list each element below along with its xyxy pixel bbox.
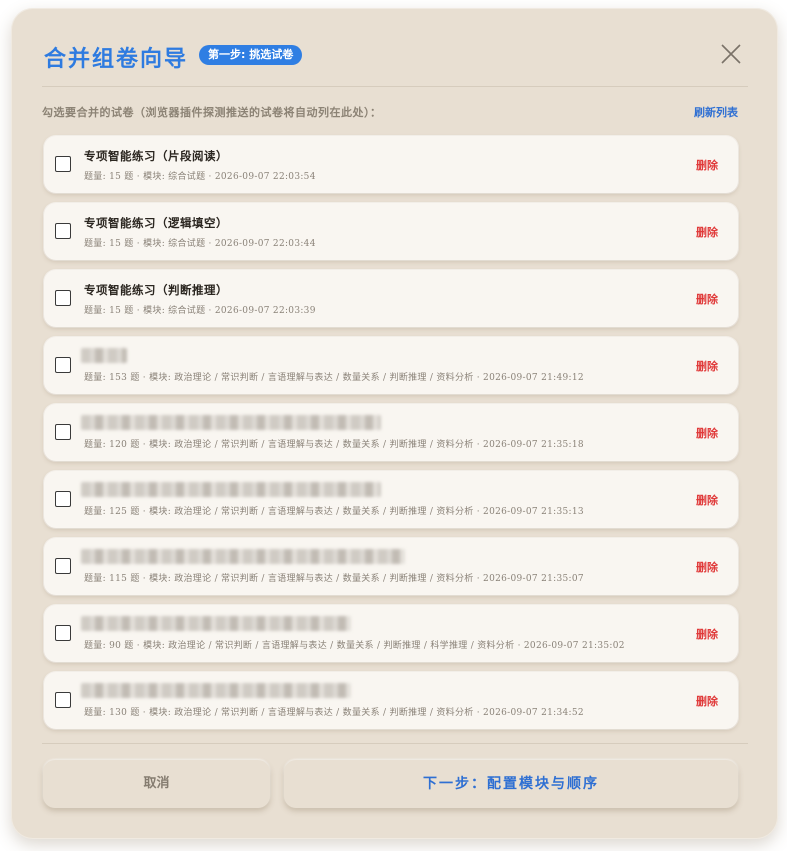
next-step-button[interactable]: 下一步：配置模块与顺序 (284, 760, 738, 808)
delete-button[interactable]: 删除 (696, 693, 718, 709)
paper-name: 专项智能练习（判断推理） (84, 283, 228, 297)
delete-button[interactable]: 删除 (696, 291, 718, 307)
paper-item: 专项智能练习（判断推理） 题量: 15 题 · 模块: 综合试题 · 2026-… (44, 270, 738, 327)
paper-checkbox[interactable] (55, 223, 71, 239)
delete-button[interactable]: 删除 (696, 157, 718, 173)
paper-checkbox[interactable] (55, 156, 71, 172)
redacted-paper-name (81, 616, 351, 631)
paper-item: 题量: 125 题 · 模块: 政治理论 / 常识判断 / 言语理解与表达 / … (44, 471, 738, 528)
header-divider (42, 86, 748, 87)
paper-item: 专项智能练习（逻辑填空） 题量: 15 题 · 模块: 综合试题 · 2026-… (44, 203, 738, 260)
paper-meta: 题量: 90 题 · 模块: 政治理论 / 常识判断 / 言语理解与表达 / 数… (84, 641, 625, 651)
paper-meta: 题量: 15 题 · 模块: 综合试题 · 2026-09-07 22:03:3… (84, 306, 316, 316)
close-icon[interactable] (719, 42, 743, 66)
delete-button[interactable]: 删除 (696, 425, 718, 441)
delete-button[interactable]: 删除 (696, 492, 718, 508)
paper-meta: 题量: 130 题 · 模块: 政治理论 / 常识判断 / 言语理解与表达 / … (84, 708, 584, 718)
paper-name: 专项智能练习（逻辑填空） (84, 216, 228, 230)
paper-checkbox[interactable] (55, 357, 71, 373)
cancel-button[interactable]: 取消 (43, 760, 270, 808)
paper-item: 题量: 115 题 · 模块: 政治理论 / 常识判断 / 言语理解与表达 / … (44, 538, 738, 595)
refresh-list-link[interactable]: 刷新列表 (694, 104, 738, 120)
delete-button[interactable]: 删除 (696, 559, 718, 575)
paper-item: 题量: 153 题 · 模块: 政治理论 / 常识判断 / 言语理解与表达 / … (44, 337, 738, 394)
paper-meta: 题量: 15 题 · 模块: 综合试题 · 2026-09-07 22:03:5… (84, 172, 316, 182)
redacted-paper-name (81, 683, 351, 698)
paper-meta: 题量: 120 题 · 模块: 政治理论 / 常识判断 / 言语理解与表达 / … (84, 440, 584, 450)
redacted-paper-name (81, 348, 127, 363)
paper-checkbox[interactable] (55, 290, 71, 306)
paper-meta: 题量: 125 题 · 模块: 政治理论 / 常识判断 / 言语理解与表达 / … (84, 507, 584, 517)
paper-checkbox[interactable] (55, 625, 71, 641)
paper-checkbox[interactable] (55, 491, 71, 507)
paper-checkbox[interactable] (55, 692, 71, 708)
paper-meta: 题量: 15 题 · 模块: 综合试题 · 2026-09-07 22:03:4… (84, 239, 316, 249)
paper-item: 专项智能练习（片段阅读） 题量: 15 题 · 模块: 综合试题 · 2026-… (44, 136, 738, 193)
redacted-paper-name (81, 549, 405, 564)
redacted-paper-name (81, 482, 381, 497)
paper-item: 题量: 90 题 · 模块: 政治理论 / 常识判断 / 言语理解与表达 / 数… (44, 605, 738, 662)
dialog-title: 合并组卷向导 (44, 46, 189, 72)
step-badge: 第一步: 挑选试卷 (199, 45, 303, 65)
paper-name: 专项智能练习（片段阅读） (84, 149, 228, 163)
paper-meta: 题量: 153 题 · 模块: 政治理论 / 常识判断 / 言语理解与表达 / … (84, 373, 584, 383)
redacted-paper-name (81, 415, 381, 430)
delete-button[interactable]: 删除 (696, 224, 718, 240)
merge-wizard-dialog: 合并组卷向导 第一步: 挑选试卷 勾选要合并的试卷（浏览器插件探测推送的试卷将自… (11, 8, 778, 839)
selection-hint: 勾选要合并的试卷（浏览器插件探测推送的试卷将自动列在此处）： (42, 106, 382, 119)
paper-checkbox[interactable] (55, 424, 71, 440)
delete-button[interactable]: 删除 (696, 358, 718, 374)
paper-item: 题量: 120 题 · 模块: 政治理论 / 常识判断 / 言语理解与表达 / … (44, 404, 738, 461)
paper-list: 专项智能练习（片段阅读） 题量: 15 题 · 模块: 综合试题 · 2026-… (44, 136, 738, 739)
footer-divider (42, 743, 748, 744)
paper-item: 题量: 130 题 · 模块: 政治理论 / 常识判断 / 言语理解与表达 / … (44, 672, 738, 729)
delete-button[interactable]: 删除 (696, 626, 718, 642)
paper-meta: 题量: 115 题 · 模块: 政治理论 / 常识判断 / 言语理解与表达 / … (84, 574, 584, 584)
paper-checkbox[interactable] (55, 558, 71, 574)
